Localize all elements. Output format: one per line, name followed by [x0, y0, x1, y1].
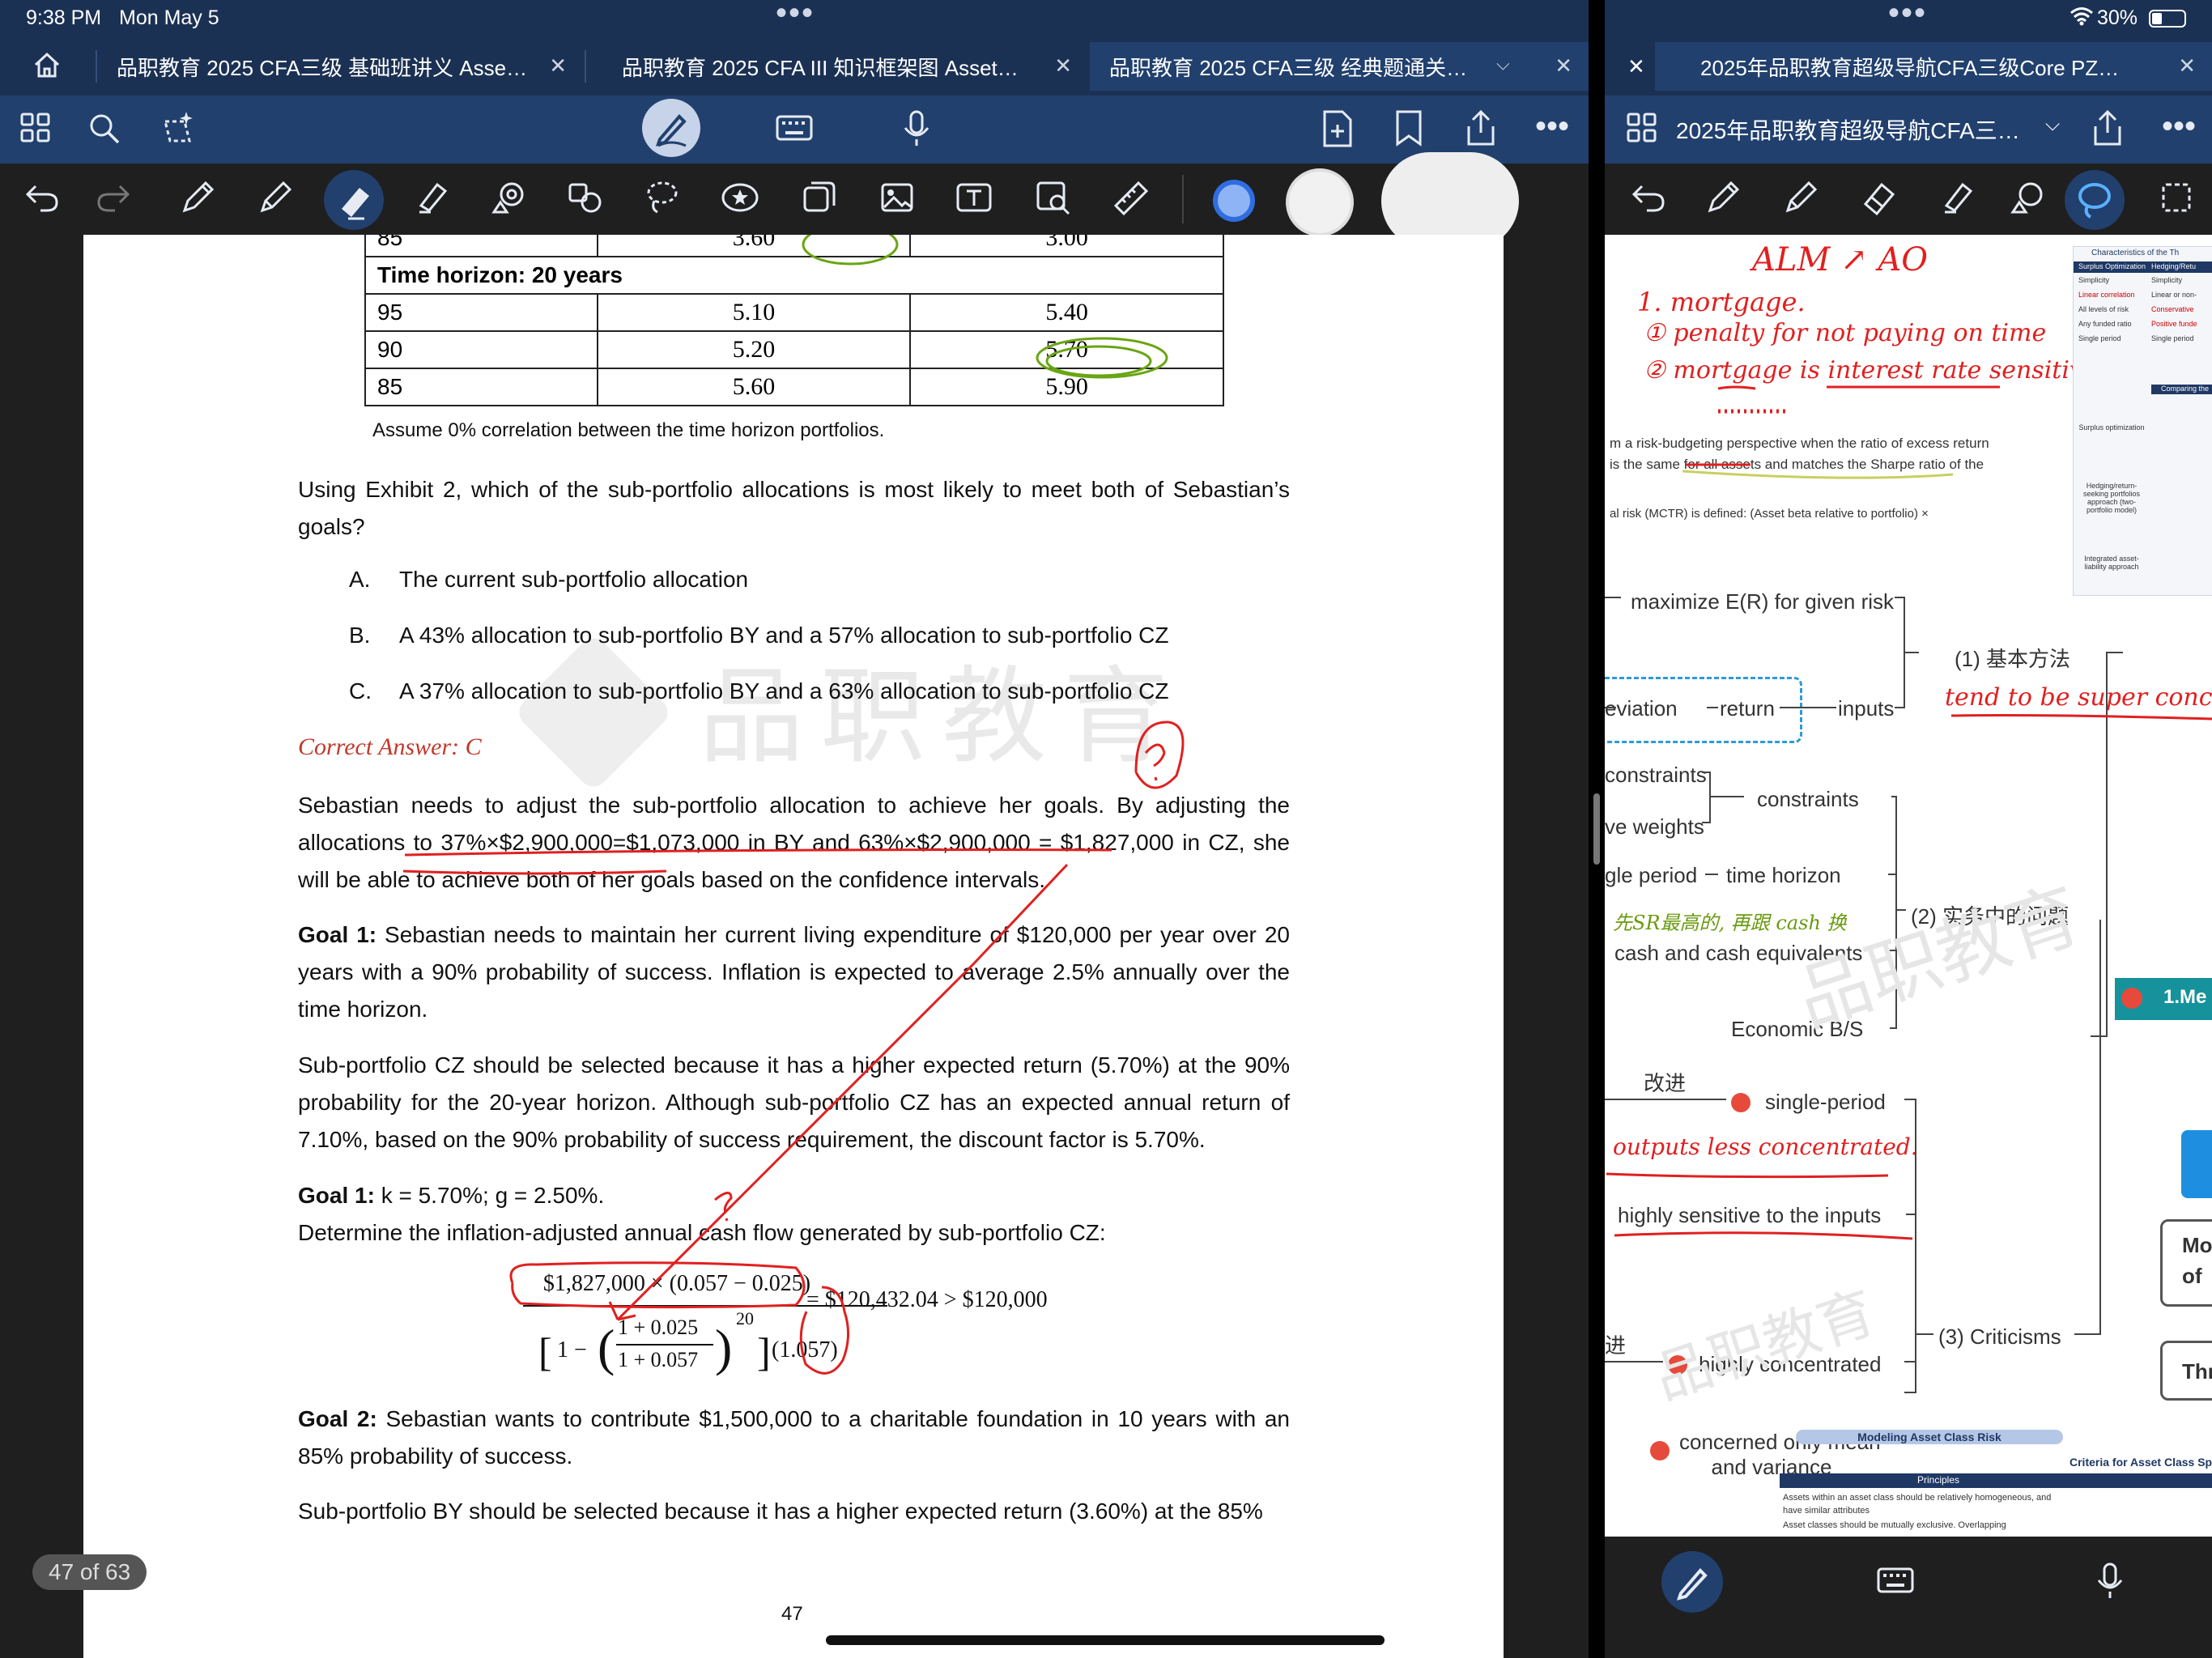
color-swatch-blue[interactable]: [1213, 180, 1255, 222]
more-icon[interactable]: •••: [1535, 108, 1569, 144]
share-icon[interactable]: [2091, 108, 2125, 147]
eraser-tool-icon[interactable]: [1861, 180, 1896, 215]
sticky-note-icon[interactable]: [802, 180, 837, 215]
chevron-down-icon[interactable]: ⌵: [2045, 113, 2060, 136]
stroke-size-medium[interactable]: [1286, 168, 1354, 236]
eraser-tool-selected[interactable]: [324, 170, 384, 230]
scan-image-icon[interactable]: [1035, 180, 1070, 215]
lasso-tool-icon[interactable]: [644, 180, 680, 215]
close-tab-icon[interactable]: ✕: [1555, 53, 1572, 79]
undo-icon[interactable]: [1631, 181, 1666, 214]
left-app-pane: 9:38 PM Mon May 5 ••• 品职教育 2025 CFA三级 基础…: [0, 0, 1589, 1658]
search-icon[interactable]: [87, 112, 121, 146]
shape-tool-icon[interactable]: [2010, 180, 2045, 215]
add-page-icon[interactable]: [1321, 110, 1354, 147]
tab-core-navigation[interactable]: 2025年品职教育超级导航CFA三级Core PZ… ✕: [1655, 42, 2212, 91]
battery-percent: 30%: [2097, 6, 2138, 29]
close-tab-icon[interactable]: ✕: [549, 53, 567, 79]
redo-icon[interactable]: [96, 181, 131, 214]
status-time: 9:38 PM: [26, 6, 102, 29]
element-tool-icon[interactable]: [567, 180, 604, 215]
right-annotation-toolbar: [1605, 164, 2212, 235]
grid-icon[interactable]: [1626, 112, 1658, 144]
select-box-icon[interactable]: [2160, 181, 2193, 214]
share-icon[interactable]: [1464, 108, 1498, 147]
multitask-dots-icon[interactable]: •••: [1888, 0, 1927, 29]
keyboard-icon[interactable]: [1877, 1564, 1914, 1596]
lasso-tool-selected[interactable]: [2065, 170, 2125, 230]
lasso-sparkle-icon[interactable]: [159, 110, 196, 147]
ruler-icon[interactable]: [1112, 180, 1148, 215]
pdf-page[interactable]: 品职教育 85 3.60 3.00 Time horizon: 20 years 9…: [83, 235, 1504, 1658]
left-title-bar: 9:38 PM Mon May 5 ••• 品职教育 2025 CFA三级 基础…: [0, 0, 1589, 96]
pencil-tool-icon[interactable]: [1783, 180, 1819, 215]
battery-icon: [2149, 10, 2186, 28]
home-icon[interactable]: [31, 49, 66, 81]
keyboard-icon[interactable]: [776, 112, 813, 144]
right-document-page[interactable]: ALM ↗ AO 1. mortgage. ① penalty for not …: [1605, 235, 2212, 1537]
shape-tool-icon[interactable]: [491, 180, 526, 215]
split-view-handle[interactable]: [1593, 793, 1600, 865]
right-main-toolbar: 2025年品职教育超级导航CFA三级… ⌵ •••: [1605, 96, 2212, 164]
chevron-down-icon[interactable]: ⌵: [1496, 53, 1510, 74]
tab-basic-notes[interactable]: 品职教育 2025 CFA三级 基础班讲义 Asse… ✕: [97, 42, 583, 91]
more-icon[interactable]: •••: [2162, 108, 2196, 144]
status-date: Mon May 5: [119, 6, 219, 29]
right-app-pane: ••• 30% ✕ 2025年品职教育超级导航CFA三级Core PZ… ✕ 20…: [1605, 0, 2212, 1658]
wifi-icon: [2069, 6, 2094, 32]
tab-knowledge-map[interactable]: 品职教育 2025 CFA III 知识框架图 Asset… ✕: [602, 42, 1088, 91]
pencil-tool-icon[interactable]: [257, 180, 293, 215]
bookmark-icon[interactable]: [1394, 110, 1423, 147]
annotation-toolbar: [0, 152, 1589, 249]
grid-icon[interactable]: [19, 112, 52, 144]
right-title-bar: ••• 30% ✕ 2025年品职教育超级导航CFA三级Core PZ… ✕: [1605, 0, 2212, 96]
handwriting-mode-button[interactable]: [642, 99, 700, 157]
pen-tool-icon[interactable]: [180, 180, 215, 215]
right-bottom-bar: [1605, 1537, 2212, 1658]
tab-classic-questions[interactable]: 品职教育 2025 CFA三级 经典题通关课… ⌵ ✕: [1090, 42, 1589, 91]
undo-icon[interactable]: [24, 181, 60, 214]
sticker-tool-icon[interactable]: [721, 180, 759, 215]
handwriting-mode-button[interactable]: [1661, 1551, 1723, 1613]
highlighter-tool-icon[interactable]: [413, 180, 449, 215]
image-tool-icon[interactable]: [879, 180, 915, 215]
ink-annotations: [402, 235, 1185, 1375]
microphone-icon[interactable]: [900, 110, 933, 147]
pen-tool-icon[interactable]: [1705, 180, 1741, 215]
text-tool-icon[interactable]: [955, 180, 993, 215]
highlighter-tool-icon[interactable]: [1938, 180, 1974, 215]
main-toolbar: •••: [0, 96, 1589, 164]
close-tab-icon[interactable]: ✕: [1054, 53, 1072, 79]
document-title[interactable]: 2025年品职教育超级导航CFA三级…: [1676, 113, 2032, 146]
home-indicator[interactable]: [826, 1635, 1385, 1645]
multitask-dots-icon[interactable]: •••: [776, 0, 815, 29]
page-indicator: 47 of 63: [32, 1554, 147, 1590]
microphone-icon[interactable]: [2094, 1562, 2126, 1600]
close-tab-icon[interactable]: ✕: [2178, 53, 2196, 79]
close-tab-icon[interactable]: ✕: [1605, 42, 1653, 91]
